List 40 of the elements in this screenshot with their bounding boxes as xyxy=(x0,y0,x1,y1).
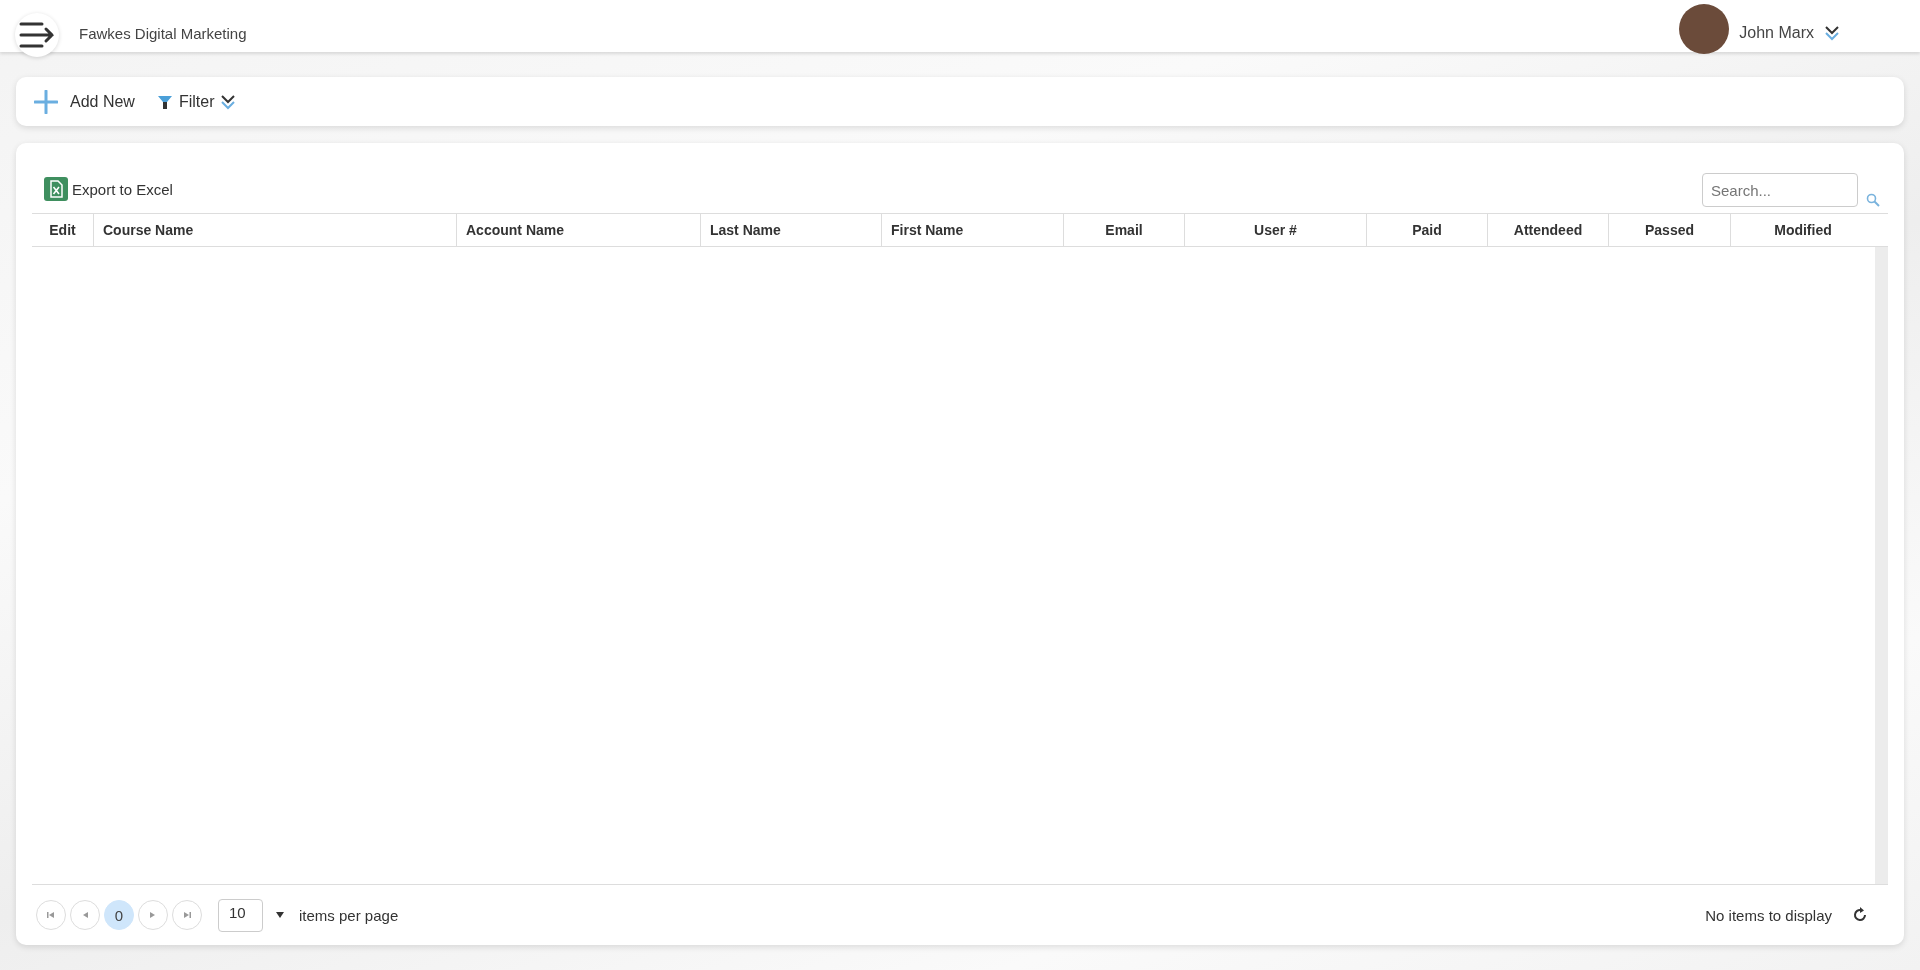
column-header[interactable]: Passed xyxy=(1608,214,1730,246)
previous-page-button[interactable] xyxy=(70,900,100,930)
last-page-button[interactable] xyxy=(172,900,202,930)
next-page-button[interactable] xyxy=(138,900,168,930)
chevron-double-down-icon xyxy=(220,93,237,110)
caret-icon[interactable] xyxy=(275,911,285,919)
first-page-icon xyxy=(46,910,56,920)
company-name: Fawkes Digital Marketing xyxy=(79,24,247,42)
funnel-icon xyxy=(156,93,173,110)
column-header[interactable]: Attendeed xyxy=(1487,214,1608,246)
column-header[interactable]: Account Name xyxy=(456,214,700,246)
pager-status: No items to display xyxy=(1705,906,1832,924)
scrollbar[interactable] xyxy=(1875,247,1888,884)
page-size-field[interactable]: 10 xyxy=(218,898,263,932)
refresh-icon xyxy=(1852,907,1868,923)
page-button[interactable]: 0 xyxy=(104,900,134,930)
column-header[interactable]: Paid xyxy=(1366,214,1487,246)
add-new-button[interactable]: Add New xyxy=(34,89,135,114)
column-header[interactable]: First Name xyxy=(881,214,1063,246)
search-icon[interactable] xyxy=(1866,193,1880,207)
menu-icon xyxy=(18,21,56,49)
user-name[interactable]: John Marx xyxy=(1739,24,1814,42)
filter-button[interactable]: Filter xyxy=(156,92,237,111)
first-page-button[interactable] xyxy=(36,900,66,930)
menu-button[interactable] xyxy=(15,13,59,57)
export-excel-button[interactable]: Export to Excel xyxy=(32,177,173,201)
column-header[interactable]: Last Name xyxy=(700,214,881,246)
items-per-page-label: items per page xyxy=(299,906,399,924)
refresh-button[interactable] xyxy=(1852,907,1868,923)
column-header[interactable]: User # xyxy=(1184,214,1366,246)
column-header[interactable]: Edit xyxy=(32,214,93,246)
plus-icon xyxy=(34,89,58,114)
column-header[interactable]: Course Name xyxy=(93,214,456,246)
column-header[interactable]: Modified xyxy=(1730,214,1875,246)
last-page-icon xyxy=(182,910,192,920)
column-header[interactable]: Email xyxy=(1063,214,1184,246)
excel-file-icon xyxy=(44,177,68,201)
search-field[interactable]: Search... xyxy=(1702,173,1858,207)
chevron-double-down-icon[interactable] xyxy=(1824,25,1840,41)
avatar-photo xyxy=(1679,4,1730,54)
